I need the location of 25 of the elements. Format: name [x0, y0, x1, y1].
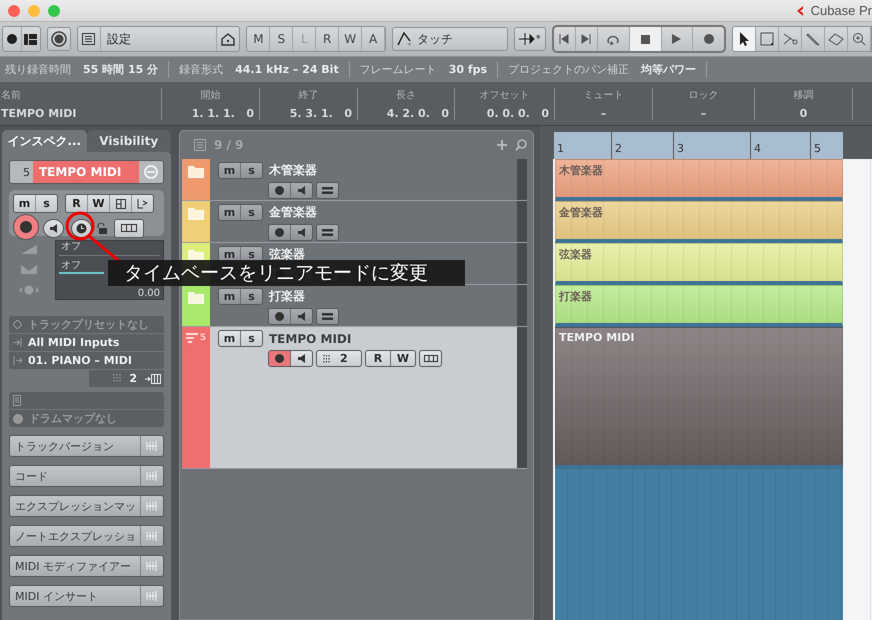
info-header: オフセット — [480, 89, 530, 102]
info-header: 終了 — [298, 89, 318, 102]
track-name: 金管楽器 — [269, 204, 317, 221]
info-header: 移調 — [794, 88, 814, 102]
status-value: 均等パワー — [641, 62, 696, 77]
track-name: 弦楽器 — [269, 246, 305, 263]
status-value: 30 fps — [448, 63, 488, 76]
window-title: Cubase Pr — [810, 3, 872, 18]
status-label: プロジェクトのパン補正 — [508, 62, 630, 77]
info-header: 長さ — [396, 89, 416, 102]
status-label: 残り録音時間 — [5, 62, 71, 77]
annotation-tooltip: タイムベースをリニアモードに変更 — [108, 260, 465, 286]
status-label: フレームレート — [360, 62, 437, 77]
track-name: 打楽器 — [269, 288, 305, 305]
info-header: 開始 — [200, 89, 220, 102]
info-header: 名前 — [1, 89, 21, 102]
info-header: ロック — [688, 89, 718, 102]
info-header: ミュート — [584, 89, 624, 102]
status-value: 44.1 kHz – 24 Bit — [235, 63, 339, 76]
track-name: 木管楽器 — [269, 162, 317, 179]
track-name: TEMPO MIDI — [269, 332, 352, 346]
track-count: 9 / 9 — [214, 138, 244, 152]
track-number: 5 — [200, 333, 206, 343]
status-label: 録音形式 — [179, 62, 224, 77]
status-value: 55 時間 15 分 — [83, 62, 158, 77]
